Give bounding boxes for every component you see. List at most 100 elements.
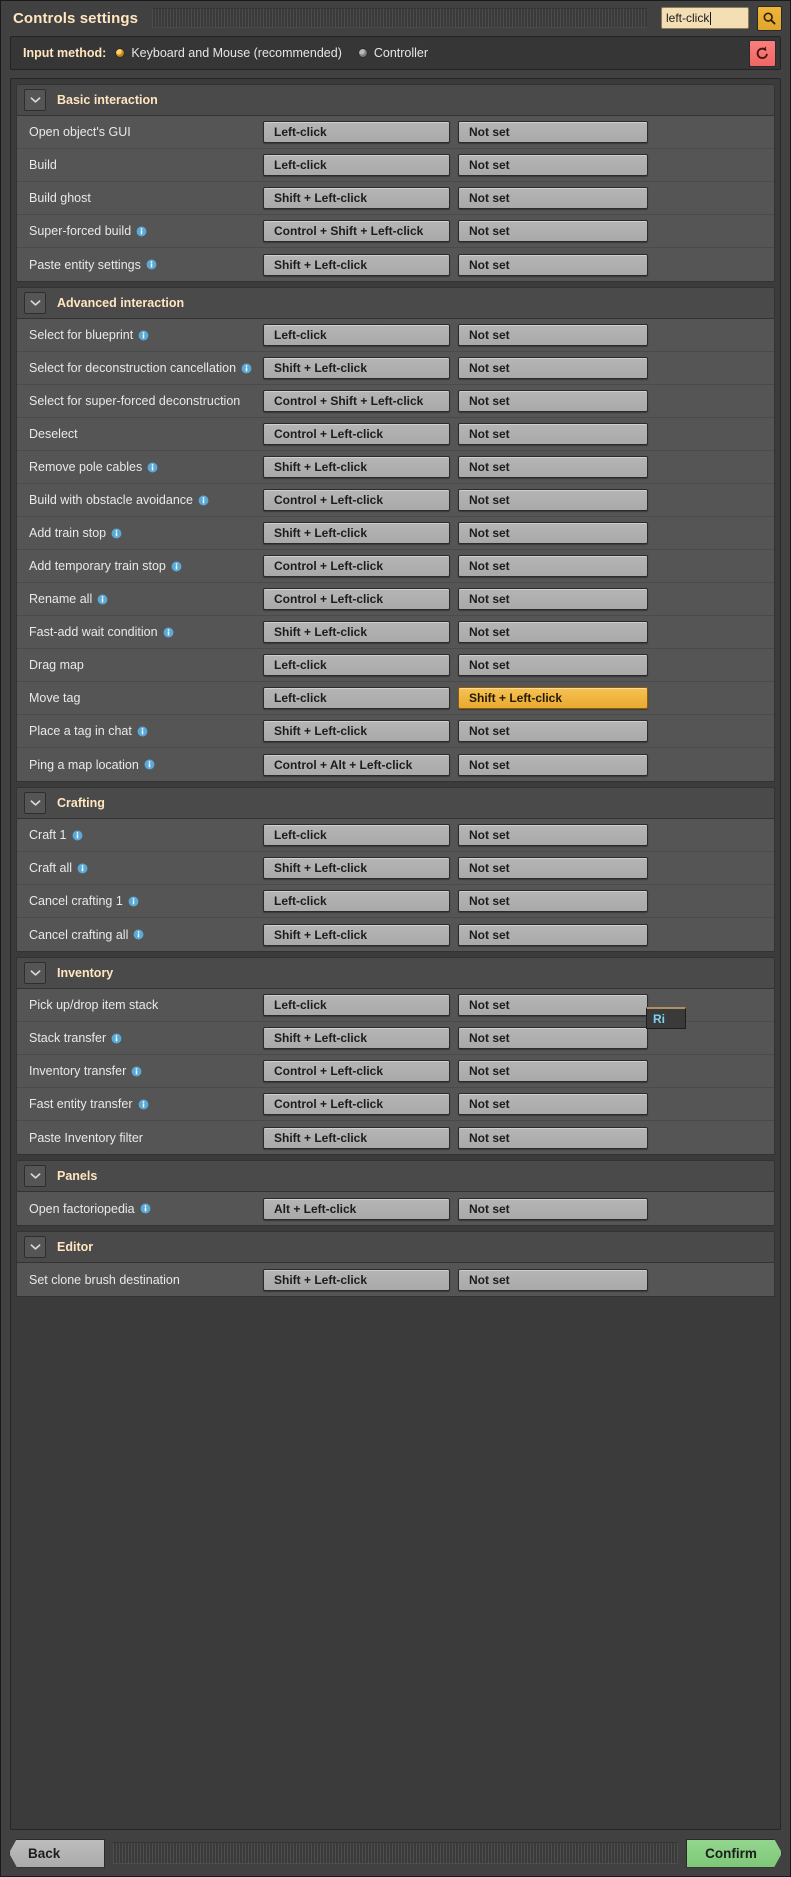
category-header[interactable]: Inventory <box>16 957 775 989</box>
secondary-binding-button[interactable]: Not set <box>458 857 648 879</box>
category-header[interactable]: Basic interaction <box>16 84 775 116</box>
info-icon[interactable] <box>111 1033 122 1044</box>
secondary-binding-button[interactable]: Not set <box>458 456 648 478</box>
secondary-binding-button[interactable]: Not set <box>458 621 648 643</box>
primary-binding-button[interactable]: Left-click <box>263 687 450 709</box>
secondary-binding-button[interactable]: Not set <box>458 555 648 577</box>
info-icon[interactable] <box>136 226 147 237</box>
primary-binding-button[interactable]: Shift + Left-click <box>263 720 450 742</box>
reset-to-default-button[interactable] <box>749 40 776 67</box>
secondary-binding-button[interactable]: Not set <box>458 390 648 412</box>
primary-binding-button[interactable]: Control + Left-click <box>263 555 450 577</box>
primary-binding-button[interactable]: Control + Alt + Left-click <box>263 753 450 776</box>
secondary-binding-button[interactable]: Not set <box>458 187 648 209</box>
secondary-binding-button[interactable]: Not set <box>458 1197 648 1220</box>
primary-binding-button[interactable]: Control + Left-click <box>263 1060 450 1082</box>
info-icon[interactable] <box>241 363 252 374</box>
secondary-binding-button[interactable]: Not set <box>458 220 648 242</box>
info-icon[interactable] <box>144 759 155 770</box>
secondary-binding-button[interactable]: Not set <box>458 423 648 445</box>
collapse-toggle-button[interactable] <box>24 792 46 814</box>
category-header[interactable]: Advanced interaction <box>16 287 775 319</box>
category-header[interactable]: Editor <box>16 1231 775 1263</box>
info-icon[interactable] <box>163 627 174 638</box>
collapse-toggle-button[interactable] <box>24 1165 46 1187</box>
category-header[interactable]: Panels <box>16 1160 775 1192</box>
secondary-binding-button[interactable]: Not set <box>458 522 648 544</box>
primary-binding-button[interactable]: Left-click <box>263 994 450 1016</box>
primary-binding-button[interactable]: Left-click <box>263 121 450 143</box>
info-icon[interactable] <box>147 462 158 473</box>
primary-binding-button[interactable]: Left-click <box>263 154 450 176</box>
secondary-binding-button[interactable]: Not set <box>458 1126 648 1149</box>
primary-binding-button[interactable]: Shift + Left-click <box>263 1126 450 1149</box>
back-button[interactable]: Back <box>9 1838 105 1868</box>
primary-binding-button[interactable]: Shift + Left-click <box>263 456 450 478</box>
secondary-binding-button[interactable]: Not set <box>458 357 648 379</box>
search-button[interactable] <box>757 5 782 31</box>
secondary-binding-button[interactable]: Not set <box>458 923 648 946</box>
primary-binding-button[interactable]: Left-click <box>263 324 450 346</box>
primary-binding-button[interactable]: Control + Shift + Left-click <box>263 220 450 242</box>
primary-binding-button[interactable]: Control + Left-click <box>263 489 450 511</box>
primary-binding-button[interactable]: Shift + Left-click <box>263 253 450 276</box>
confirm-button[interactable]: Confirm <box>686 1839 782 1868</box>
info-icon[interactable] <box>72 830 83 841</box>
collapse-toggle-button[interactable] <box>24 1236 46 1258</box>
search-input[interactable]: left-click <box>661 7 749 29</box>
info-icon[interactable] <box>111 528 122 539</box>
info-icon[interactable] <box>146 259 157 270</box>
window-drag-handle[interactable] <box>152 8 647 28</box>
primary-binding-button[interactable]: Shift + Left-click <box>263 621 450 643</box>
category-header[interactable]: Crafting <box>16 787 775 819</box>
primary-binding-button[interactable]: Shift + Left-click <box>263 1027 450 1049</box>
secondary-binding-button[interactable]: Shift + Left-click <box>458 687 648 709</box>
info-icon[interactable] <box>128 896 139 907</box>
primary-binding-button[interactable]: Left-click <box>263 824 450 846</box>
info-icon[interactable] <box>133 929 144 940</box>
info-icon[interactable] <box>198 495 209 506</box>
secondary-binding-button[interactable]: Not set <box>458 253 648 276</box>
collapse-toggle-button[interactable] <box>24 962 46 984</box>
secondary-binding-button[interactable]: Not set <box>458 324 648 346</box>
settings-scroll-area[interactable]: Basic interaction Open object's GUI Left-c… <box>10 78 781 1830</box>
secondary-binding-button[interactable]: Not set <box>458 654 648 676</box>
secondary-binding-button[interactable]: Not set <box>458 824 648 846</box>
secondary-binding-button[interactable]: Not set <box>458 154 648 176</box>
primary-binding-button[interactable]: Shift + Left-click <box>263 857 450 879</box>
info-icon[interactable] <box>140 1203 151 1214</box>
radio-controller[interactable]: Controller <box>357 46 428 60</box>
secondary-binding-button[interactable]: Not set <box>458 1027 648 1049</box>
secondary-binding-button[interactable]: Not set <box>458 753 648 776</box>
primary-binding-button[interactable]: Alt + Left-click <box>263 1197 450 1220</box>
secondary-binding-button[interactable]: Not set <box>458 588 648 610</box>
secondary-binding-button[interactable]: Not set <box>458 1268 648 1291</box>
primary-binding-button[interactable]: Control + Left-click <box>263 1093 450 1115</box>
info-icon[interactable] <box>97 594 108 605</box>
info-icon[interactable] <box>138 330 149 341</box>
primary-binding-button[interactable]: Shift + Left-click <box>263 187 450 209</box>
secondary-binding-button[interactable]: Not set <box>458 121 648 143</box>
primary-binding-button[interactable]: Shift + Left-click <box>263 923 450 946</box>
secondary-binding-button[interactable]: Not set <box>458 720 648 742</box>
primary-binding-button[interactable]: Shift + Left-click <box>263 357 450 379</box>
secondary-binding-button[interactable]: Not set <box>458 1060 648 1082</box>
secondary-binding-button[interactable]: Not set <box>458 890 648 912</box>
secondary-binding-button[interactable]: Not set <box>458 489 648 511</box>
info-icon[interactable] <box>131 1066 142 1077</box>
info-icon[interactable] <box>137 726 148 737</box>
primary-binding-button[interactable]: Left-click <box>263 654 450 676</box>
secondary-binding-button[interactable]: Not set <box>458 994 648 1016</box>
primary-binding-button[interactable]: Control + Left-click <box>263 588 450 610</box>
info-icon[interactable] <box>77 863 88 874</box>
info-icon[interactable] <box>138 1099 149 1110</box>
radio-keyboard-and-mouse[interactable]: Keyboard and Mouse (recommended) <box>115 46 342 60</box>
primary-binding-button[interactable]: Shift + Left-click <box>263 522 450 544</box>
primary-binding-button[interactable]: Shift + Left-click <box>263 1268 450 1291</box>
collapse-toggle-button[interactable] <box>24 292 46 314</box>
primary-binding-button[interactable]: Control + Shift + Left-click <box>263 390 450 412</box>
primary-binding-button[interactable]: Left-click <box>263 890 450 912</box>
info-icon[interactable] <box>171 561 182 572</box>
collapse-toggle-button[interactable] <box>24 89 46 111</box>
secondary-binding-button[interactable]: Not set <box>458 1093 648 1115</box>
